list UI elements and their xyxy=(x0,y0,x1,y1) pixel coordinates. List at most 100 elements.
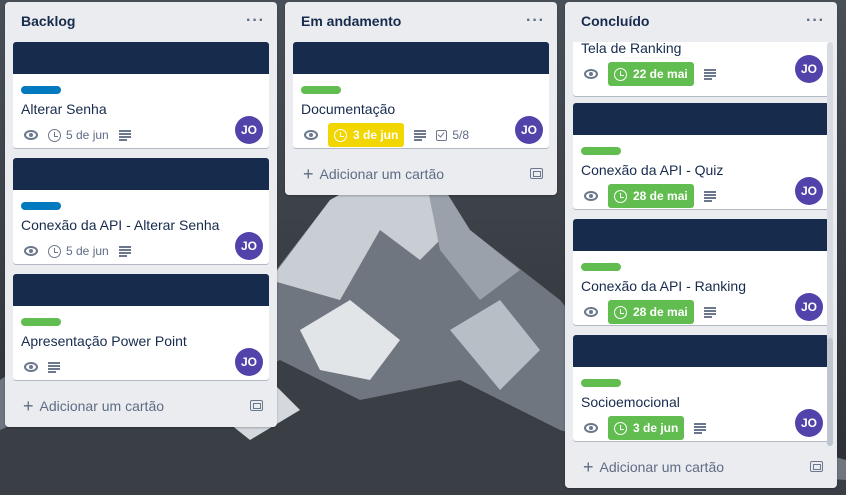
watching-badge xyxy=(581,423,598,433)
clock-icon xyxy=(334,128,347,142)
due-date-badge[interactable]: 28 de mai xyxy=(608,184,694,208)
card-label[interactable] xyxy=(21,202,61,210)
template-icon[interactable] xyxy=(810,461,823,472)
clock-icon xyxy=(614,305,627,319)
due-date-badge[interactable]: 3 de jun xyxy=(328,123,405,147)
card[interactable]: Conexão da API - Alterar Senha 5 de jun … xyxy=(13,158,269,264)
description-icon xyxy=(703,69,716,80)
card-badges xyxy=(21,354,261,380)
watching-badge xyxy=(301,130,318,140)
card[interactable]: Apresentação Power Point JO xyxy=(13,274,269,380)
more-icon[interactable]: ··· xyxy=(806,13,825,29)
add-card-button[interactable]: + Adicionar um cartão xyxy=(573,452,829,482)
description-badge xyxy=(414,130,427,141)
list-title[interactable]: Em andamento xyxy=(301,13,401,29)
card-cover xyxy=(13,42,269,74)
card-label[interactable] xyxy=(581,263,621,271)
checklist-text: 5/8 xyxy=(452,128,470,142)
avatar[interactable]: JO xyxy=(515,116,543,144)
card-label[interactable] xyxy=(21,86,61,94)
more-icon[interactable]: ··· xyxy=(526,13,545,29)
watching-badge xyxy=(581,69,598,79)
due-date-text: 28 de mai xyxy=(633,189,688,203)
card-title: Tela de Ranking xyxy=(581,42,682,56)
description-icon xyxy=(118,246,131,257)
eye-icon xyxy=(584,307,598,317)
avatar[interactable]: JO xyxy=(795,55,823,83)
card-badges: 5 de jun xyxy=(21,238,261,264)
description-badge xyxy=(703,69,716,80)
avatar[interactable]: JO xyxy=(235,232,263,260)
due-date-text: 5 de jun xyxy=(66,128,109,142)
due-date-text: 28 de mai xyxy=(633,305,688,319)
card-badges: 3 de jun xyxy=(581,415,821,441)
avatar[interactable]: JO xyxy=(235,116,263,144)
add-card-label: Adicionar um cartão xyxy=(319,166,445,182)
plus-icon: + xyxy=(303,164,314,184)
more-icon[interactable]: ··· xyxy=(246,13,265,29)
scrollbar-thumb[interactable] xyxy=(827,338,833,446)
list-header: Backlog ··· xyxy=(5,2,277,40)
eye-icon xyxy=(24,246,38,256)
due-date-badge[interactable]: 22 de mai xyxy=(608,62,694,86)
description-badge xyxy=(703,191,716,202)
description-icon xyxy=(118,130,131,141)
description-icon xyxy=(48,362,60,373)
watching-badge xyxy=(581,307,598,317)
description-badge xyxy=(694,423,707,434)
card-label[interactable] xyxy=(21,318,61,326)
clock-icon xyxy=(48,128,61,142)
card-label[interactable] xyxy=(301,86,341,94)
card[interactable]: Tela de Ranking 22 de mai JO xyxy=(573,42,829,96)
template-icon[interactable] xyxy=(530,168,543,179)
list-header: Concluído ··· xyxy=(565,2,837,40)
list-concluido: Concluído ··· Tela de Ranking 22 de mai … xyxy=(565,2,837,488)
card-cover xyxy=(573,103,829,135)
avatar[interactable]: JO xyxy=(795,293,823,321)
checklist-icon xyxy=(436,129,448,141)
due-date-badge[interactable]: 3 de jun xyxy=(608,416,685,440)
watching-badge xyxy=(21,246,38,256)
card-cover xyxy=(573,335,829,367)
card[interactable]: Socioemocional 3 de jun JO xyxy=(573,335,829,441)
list-title[interactable]: Backlog xyxy=(21,13,75,29)
plus-icon: + xyxy=(23,396,34,416)
watching-badge xyxy=(21,362,38,372)
card[interactable]: Conexão da API - Quiz 28 de mai JO xyxy=(573,103,829,209)
clock-icon xyxy=(614,67,627,81)
card[interactable]: Documentação 3 de jun 5/8 JO xyxy=(293,42,549,148)
list-header: Em andamento ··· xyxy=(285,2,557,40)
description-badge xyxy=(118,130,131,141)
add-card-label: Adicionar um cartão xyxy=(39,398,165,414)
card[interactable]: Alterar Senha 5 de jun JO xyxy=(13,42,269,148)
due-date-badge[interactable]: 5 de jun xyxy=(48,244,109,258)
card-scroll-area[interactable]: Tela de Ranking 22 de mai JO Conexão da … xyxy=(565,42,829,446)
scrollbar[interactable] xyxy=(827,42,833,446)
due-date-text: 3 de jun xyxy=(633,421,679,435)
card-title: Alterar Senha xyxy=(21,101,107,117)
due-date-badge[interactable]: 5 de jun xyxy=(48,128,109,142)
card-badges: 28 de mai xyxy=(581,299,821,325)
eye-icon xyxy=(584,69,598,79)
avatar[interactable]: JO xyxy=(795,177,823,205)
avatar[interactable]: JO xyxy=(235,348,263,376)
description-icon xyxy=(694,423,707,434)
eye-icon xyxy=(24,362,38,372)
card-badges: 22 de mai xyxy=(581,61,821,87)
card-title: Conexão da API - Quiz xyxy=(581,162,724,178)
avatar[interactable]: JO xyxy=(795,409,823,437)
card-badges: 28 de mai xyxy=(581,183,821,209)
card-label[interactable] xyxy=(581,147,621,155)
card-title: Conexão da API - Ranking xyxy=(581,278,746,294)
add-card-button[interactable]: + Adicionar um cartão xyxy=(293,159,549,189)
card-label[interactable] xyxy=(581,379,621,387)
list-title[interactable]: Concluído xyxy=(581,13,649,29)
add-card-button[interactable]: + Adicionar um cartão xyxy=(13,391,269,421)
card-cover xyxy=(573,219,829,251)
card-title: Apresentação Power Point xyxy=(21,333,187,349)
card[interactable]: Conexão da API - Ranking 28 de mai JO xyxy=(573,219,829,325)
watching-badge xyxy=(581,191,598,201)
template-icon[interactable] xyxy=(250,400,263,411)
due-date-text: 22 de mai xyxy=(633,67,688,81)
due-date-badge[interactable]: 28 de mai xyxy=(608,300,694,324)
